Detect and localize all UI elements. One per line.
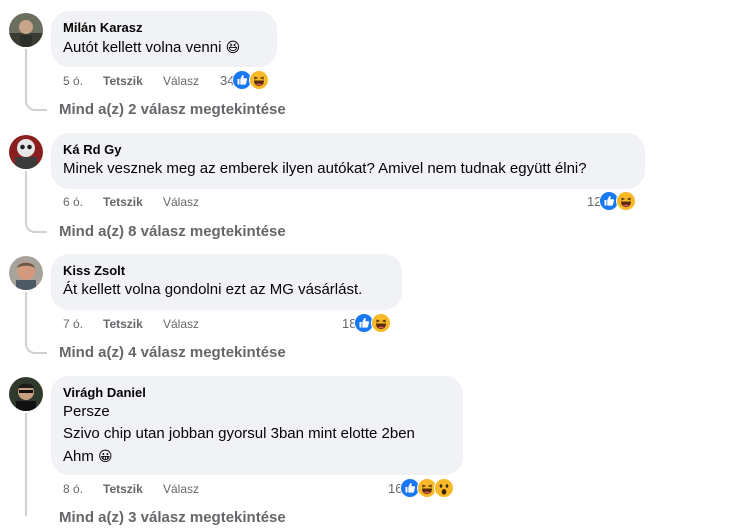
comment-author[interactable]: Ká Rd Gy xyxy=(63,142,633,158)
thread-line xyxy=(25,413,27,516)
comment-time[interactable]: 5 ó. xyxy=(63,73,83,89)
comment-bubble: Ká Rd Gy Minek vesznek meg az emberek il… xyxy=(51,133,645,189)
reaction-summary[interactable]: 18 xyxy=(342,313,392,333)
thread-elbow xyxy=(25,344,47,354)
reply-button[interactable]: Válasz xyxy=(163,481,199,497)
view-replies-link[interactable]: Mind a(z) 4 válasz megtekintése xyxy=(59,343,286,363)
comment-time[interactable]: 6 ó. xyxy=(63,194,83,210)
thread-elbow xyxy=(25,223,47,233)
avatar[interactable] xyxy=(9,377,43,411)
haha-icon xyxy=(371,313,392,333)
thread-elbow xyxy=(25,101,47,111)
comment-author[interactable]: Milán Karasz xyxy=(63,20,265,36)
reaction-summary[interactable]: 16 xyxy=(388,478,455,498)
avatar[interactable] xyxy=(9,135,43,169)
like-button[interactable]: Tetszik xyxy=(103,73,143,89)
comment-bubble: Kiss Zsolt Át kellett volna gondolni ezt… xyxy=(51,254,402,310)
comment-time[interactable]: 7 ó. xyxy=(63,316,83,332)
smiley-emoji: 😀 xyxy=(98,448,113,464)
thread-line xyxy=(25,49,27,101)
comment-text: Ahm 😀 xyxy=(63,445,451,468)
comment-author[interactable]: Kiss Zsolt xyxy=(63,263,390,279)
haha-icon xyxy=(616,191,637,211)
comment-bubble: Milán Karasz Autót kellett volna venni 😆 xyxy=(51,11,277,67)
reaction-summary[interactable]: 12 xyxy=(587,191,637,211)
haha-icon xyxy=(249,70,270,90)
view-replies-link[interactable]: Mind a(z) 3 válasz megtekintése xyxy=(59,508,286,528)
like-button[interactable]: Tetszik xyxy=(103,316,143,332)
avatar[interactable] xyxy=(9,13,43,47)
reaction-summary[interactable]: 34 xyxy=(220,70,270,90)
comment-line: Ahm xyxy=(63,448,94,465)
reply-button[interactable]: Válasz xyxy=(163,73,199,89)
view-replies-link[interactable]: Mind a(z) 2 válasz megtekintése xyxy=(59,100,286,120)
like-button[interactable]: Tetszik xyxy=(103,194,143,210)
comment-text: Át kellett volna gondolni ezt az MG vásá… xyxy=(63,281,363,298)
comment-bubble: Virágh Daniel Persze Szivo chip utan job… xyxy=(51,376,463,475)
reply-button[interactable]: Válasz xyxy=(163,316,199,332)
comment-author[interactable]: Virágh Daniel xyxy=(63,385,451,401)
avatar[interactable] xyxy=(9,256,43,290)
view-replies-link[interactable]: Mind a(z) 8 válasz megtekintése xyxy=(59,222,286,242)
wow-icon xyxy=(434,478,455,498)
comment-line: Persze xyxy=(63,403,110,420)
thread-line xyxy=(25,171,27,223)
grinning-squinting-emoji: 😆 xyxy=(225,39,241,55)
comment-text: Autót kellett volna venni 😆 xyxy=(63,36,265,59)
reply-button[interactable]: Válasz xyxy=(163,194,199,210)
like-button[interactable]: Tetszik xyxy=(103,481,143,497)
comment-line: Szivo chip utan jobban gyorsul 3ban mint… xyxy=(63,425,415,442)
comment-line: Autót kellett volna venni xyxy=(63,39,222,56)
comment-text: Minek vesznek meg az emberek ilyen autók… xyxy=(63,160,587,177)
thread-line xyxy=(25,292,27,344)
comment-time[interactable]: 8 ó. xyxy=(63,481,83,497)
